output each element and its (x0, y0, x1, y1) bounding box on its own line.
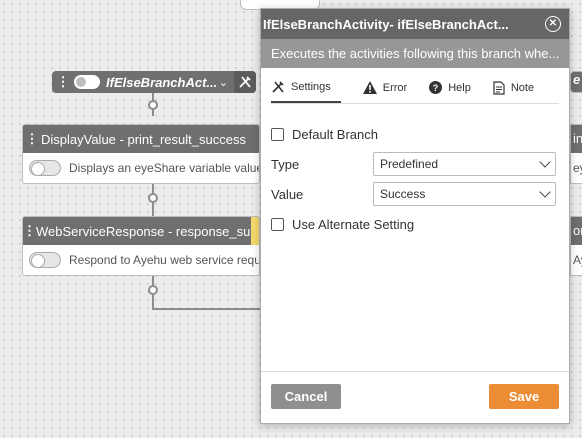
dialog-description: Executes the activities following this b… (261, 39, 569, 68)
tab-error-label: Error (382, 81, 408, 94)
right-card-title: in (571, 125, 582, 153)
activity-card-web-service-response[interactable]: ⋮ WebServiceResponse - response_su... Re… (22, 216, 260, 276)
tab-help[interactable]: ? Help (429, 72, 471, 103)
branch-settings-dialog: IfElseBranchActivity- ifElseBranchAct...… (260, 8, 570, 424)
activity-card-body: Respond to Ayehu web service requ (23, 245, 259, 275)
tab-note[interactable]: Note (493, 72, 534, 103)
activity-card-description: Respond to Ayehu web service requ (69, 253, 260, 267)
activity-card-title: DisplayValue - print_result_success (41, 131, 246, 147)
type-row: Type Predefined (271, 152, 559, 176)
dialog-title: IfElseBranchActivity- ifElseBranchAct... (263, 16, 509, 32)
default-branch-label: Default Branch (292, 126, 378, 142)
alternate-setting-checkbox[interactable] (271, 217, 284, 231)
branch-enable-toggle[interactable] (74, 75, 100, 89)
type-label: Type (271, 156, 300, 172)
activity-enable-toggle[interactable] (29, 160, 61, 176)
value-row: Value Success (271, 182, 559, 206)
value-select[interactable]: Success (373, 182, 556, 206)
tab-error[interactable]: Error (362, 72, 408, 103)
right-card-title: on (571, 217, 582, 245)
type-select[interactable]: Predefined (373, 152, 556, 176)
tab-settings-label: Settings (291, 80, 331, 93)
kebab-menu-icon[interactable]: ⋮ (56, 74, 70, 90)
alternate-setting-label: Use Alternate Setting (292, 216, 415, 232)
ifelse-branch-node[interactable]: ⋮ IfElseBranchAct... ⌄ (52, 71, 256, 93)
right-branch-node-label: e (573, 72, 581, 87)
value-label: Value (271, 186, 304, 202)
activity-card-description: Displays an eyeShare variable value (69, 161, 260, 175)
help-icon: ? (429, 81, 443, 94)
right-card-description: ey (573, 161, 582, 175)
dialog-title-bar: IfElseBranchActivity- ifElseBranchAct...… (261, 9, 569, 39)
svg-text:?: ? (433, 83, 439, 93)
cancel-button[interactable]: Cancel (271, 384, 341, 409)
chevron-down-icon (539, 156, 551, 168)
type-select-value: Predefined (380, 157, 439, 171)
value-select-value: Success (380, 187, 426, 201)
chevron-down-icon (539, 186, 551, 198)
default-branch-row: Default Branch (271, 124, 559, 144)
save-button[interactable]: Save (489, 384, 559, 409)
default-branch-checkbox[interactable] (271, 127, 284, 141)
right-branch-node[interactable]: e (570, 71, 582, 93)
tab-settings[interactable]: Settings (271, 72, 341, 103)
kebab-menu-icon[interactable]: ⋮ (23, 223, 36, 239)
activity-card-header: ⋮ DisplayValue - print_result_success (23, 125, 259, 153)
branch-node-label: IfElseBranchAct... (106, 74, 218, 90)
note-icon (493, 80, 505, 95)
activity-card-title: WebServiceResponse - response_su... (36, 223, 260, 239)
dialog-footer: Cancel Save (261, 371, 569, 423)
connector-node[interactable] (148, 285, 158, 295)
tools-icon (271, 80, 285, 94)
activity-card-body: Displays an eyeShare variable value (23, 153, 259, 183)
tab-note-label: Note (510, 81, 535, 94)
alternate-setting-row: Use Alternate Setting (271, 214, 559, 234)
tools-icon[interactable] (234, 71, 256, 93)
right-activity-card[interactable]: on Ay (570, 216, 582, 276)
connector-node[interactable] (148, 193, 158, 203)
connector-line (152, 308, 262, 310)
warning-icon (362, 81, 377, 94)
right-activity-card[interactable]: in ey (570, 124, 582, 184)
close-icon[interactable]: ✕ (545, 16, 561, 32)
right-card-description: Ay (573, 253, 582, 267)
kebab-menu-icon[interactable]: ⋮ (23, 131, 41, 147)
activity-card-header: ⋮ WebServiceResponse - response_su... (23, 217, 259, 245)
settings-form: Default Branch Type Predefined Value Suc… (261, 104, 569, 234)
tab-help-label: Help (448, 81, 471, 94)
chevron-down-icon[interactable]: ⌄ (219, 76, 228, 89)
activity-enable-toggle[interactable] (29, 252, 61, 268)
activity-card-display-value[interactable]: ⋮ DisplayValue - print_result_success Di… (22, 124, 260, 184)
activity-card-accent (251, 217, 259, 245)
connector-node[interactable] (148, 100, 158, 110)
dialog-tabs: Settings Error ? Help Note (271, 72, 559, 104)
